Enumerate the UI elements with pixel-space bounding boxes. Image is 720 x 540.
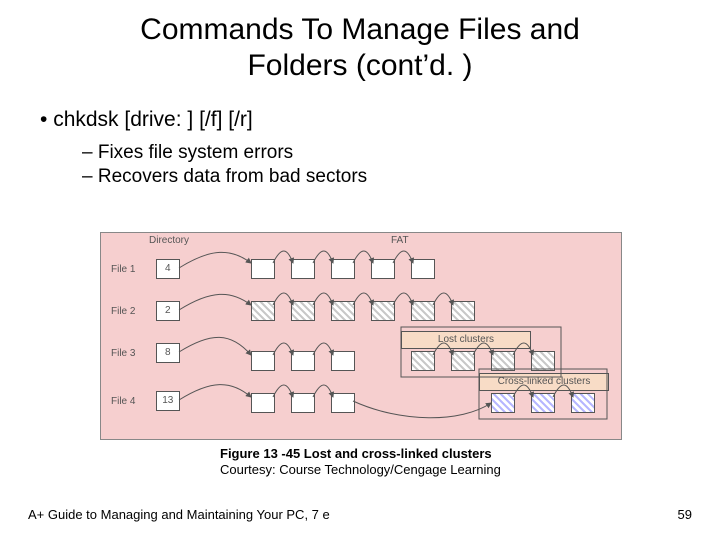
bullet-level-2: Fixes file system errors — [82, 142, 680, 164]
caption-line-1: Figure 13 -45 Lost and cross-linked clus… — [220, 446, 492, 461]
bullet-2a-text: Fixes file system errors — [98, 142, 293, 163]
figure-caption: Figure 13 -45 Lost and cross-linked clus… — [220, 446, 501, 479]
slide-title: Commands To Manage Files and Folders (co… — [0, 0, 720, 84]
bullet-2b-text: Recovers data from bad sectors — [98, 166, 367, 187]
footer-text: A+ Guide to Managing and Maintaining You… — [28, 507, 330, 522]
bullet-level-1: chkdsk [drive: ] [/f] [/r] — [40, 108, 680, 132]
bullet-level-2: Recovers data from bad sectors — [82, 166, 680, 188]
title-line-1: Commands To Manage Files and — [140, 13, 580, 46]
caption-line-2: Courtesy: Course Technology/Cengage Lear… — [220, 462, 501, 477]
arrows-svg — [101, 233, 621, 439]
bullet-1-text: chkdsk [drive: ] [/f] [/r] — [53, 108, 253, 131]
figure-diagram: Directory FAT File 1 4 File 2 2 File 3 8… — [100, 232, 622, 440]
slide: Commands To Manage Files and Folders (co… — [0, 0, 720, 540]
slide-body: chkdsk [drive: ] [/f] [/r] Fixes file sy… — [0, 84, 720, 188]
page-number: 59 — [678, 507, 692, 522]
title-line-2: Folders (cont’d. ) — [247, 49, 472, 82]
